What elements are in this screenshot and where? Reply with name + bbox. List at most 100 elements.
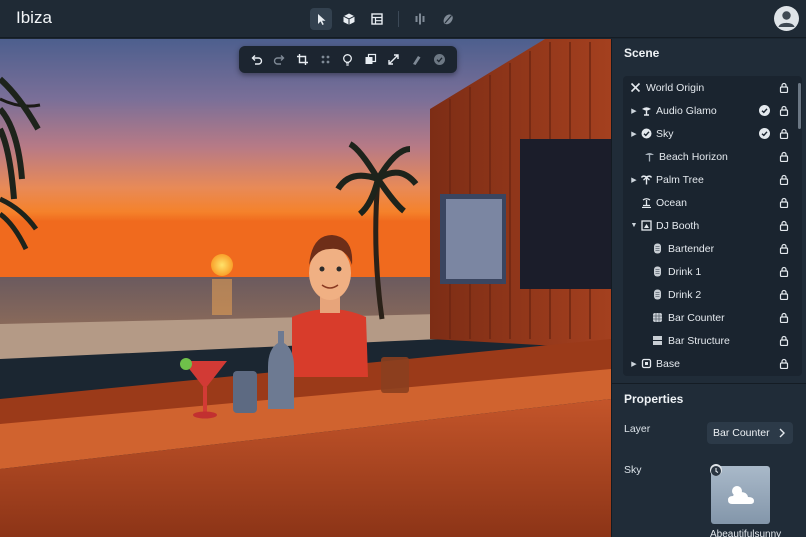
user-icon bbox=[778, 11, 795, 27]
visible-check-icon[interactable] bbox=[759, 128, 770, 139]
align-tool-button[interactable] bbox=[409, 8, 431, 30]
ocean-icon bbox=[640, 197, 652, 209]
character-icon bbox=[651, 243, 663, 255]
lock-icon[interactable] bbox=[779, 105, 789, 117]
tree-item-bartender[interactable]: Bartender bbox=[623, 237, 793, 260]
user-avatar[interactable] bbox=[774, 6, 799, 31]
sky-label: Sky bbox=[624, 464, 642, 476]
tree-item-bar-counter[interactable]: Bar Counter bbox=[623, 306, 793, 329]
tree-item-dj-booth[interactable]: ▼ DJ Booth bbox=[623, 214, 793, 237]
tree-item-label: Drink 1 bbox=[668, 265, 702, 278]
physics-shape-icon bbox=[443, 14, 453, 25]
caret-right-icon[interactable]: ▶ bbox=[630, 107, 638, 115]
tree-item-label: Audio Glamo bbox=[656, 104, 717, 117]
tree-item-label: World Origin bbox=[646, 81, 705, 94]
lock-icon[interactable] bbox=[779, 174, 789, 186]
caret-right-icon[interactable]: ▶ bbox=[630, 360, 638, 368]
confirm-button[interactable] bbox=[429, 50, 449, 70]
layout-tool-button[interactable] bbox=[366, 8, 388, 30]
tree-item-label: Beach Horizon bbox=[659, 150, 728, 163]
world-origin-icon bbox=[629, 82, 641, 94]
light-button[interactable] bbox=[338, 50, 358, 70]
cube-icon bbox=[343, 13, 355, 25]
lock-icon[interactable] bbox=[779, 266, 789, 278]
tree-item-palm-tree[interactable]: ▶ Palm Tree bbox=[623, 168, 793, 191]
tree-item-sky[interactable]: ▶ Sky bbox=[623, 122, 793, 145]
layer-label: Layer bbox=[624, 423, 651, 435]
scene-panel-title: Scene bbox=[624, 46, 660, 60]
caret-down-icon[interactable]: ▼ bbox=[630, 222, 638, 230]
tree-item-label: Ocean bbox=[656, 196, 687, 209]
tree-item-bar-structure[interactable]: Bar Structure bbox=[623, 329, 793, 352]
tree-item-label: Sky bbox=[656, 127, 674, 140]
undo-icon bbox=[251, 55, 263, 65]
scene-render bbox=[0, 39, 611, 537]
scene-tree-scrollbar[interactable] bbox=[798, 83, 801, 129]
lock-icon[interactable] bbox=[779, 128, 789, 140]
structure-icon bbox=[651, 335, 663, 347]
cursor-icon bbox=[318, 14, 326, 25]
caret-right-icon[interactable]: ▶ bbox=[630, 176, 638, 184]
caret-right-icon[interactable]: ▶ bbox=[630, 130, 638, 138]
tree-item-drink-2[interactable]: Drink 2 bbox=[623, 283, 793, 306]
physics-tool-button[interactable] bbox=[437, 8, 459, 30]
character-icon bbox=[651, 289, 663, 301]
beach-icon bbox=[643, 151, 655, 163]
layer-value: Bar Counter bbox=[713, 427, 770, 439]
lock-icon[interactable] bbox=[779, 289, 789, 301]
tree-item-label: Bartender bbox=[668, 242, 715, 255]
tree-item-label: Base bbox=[656, 357, 680, 370]
expand-button[interactable] bbox=[384, 50, 404, 70]
lock-icon[interactable] bbox=[779, 312, 789, 324]
lock-icon[interactable] bbox=[779, 358, 789, 370]
layout-grid-icon bbox=[371, 13, 383, 25]
app-title: Ibiza bbox=[16, 8, 52, 27]
grid-dots-button[interactable] bbox=[315, 50, 335, 70]
select-tool-button[interactable] bbox=[310, 8, 332, 30]
layer-select-button[interactable]: Bar Counter bbox=[707, 422, 793, 444]
audio-icon bbox=[640, 105, 652, 117]
visible-check-icon[interactable] bbox=[759, 105, 770, 116]
undo-button[interactable] bbox=[246, 50, 266, 70]
brush-button[interactable] bbox=[407, 50, 427, 70]
copy-icon bbox=[365, 53, 377, 64]
crop-button[interactable] bbox=[292, 50, 312, 70]
clock-icon bbox=[711, 466, 721, 476]
tree-item-beach-horizon[interactable]: Beach Horizon bbox=[623, 145, 793, 168]
properties-panel-title: Properties bbox=[624, 392, 684, 406]
align-bars-icon bbox=[415, 13, 425, 25]
sky-check-icon bbox=[640, 128, 652, 140]
tree-item-world-origin[interactable]: World Origin bbox=[623, 76, 793, 99]
tree-item-ocean[interactable]: Ocean bbox=[623, 191, 793, 214]
tree-item-drink-1[interactable]: Drink 1 bbox=[623, 260, 793, 283]
lock-icon[interactable] bbox=[779, 197, 789, 209]
toolbar-divider bbox=[398, 11, 399, 27]
lock-icon[interactable] bbox=[779, 220, 789, 232]
lightbulb-icon bbox=[343, 54, 353, 66]
duplicate-button[interactable] bbox=[361, 50, 381, 70]
lock-icon[interactable] bbox=[779, 151, 789, 163]
dj-booth-icon bbox=[640, 220, 652, 232]
redo-button[interactable] bbox=[269, 50, 289, 70]
tree-item-label: Drink 2 bbox=[668, 288, 702, 301]
lock-icon[interactable] bbox=[779, 335, 789, 347]
panel-divider bbox=[612, 383, 806, 384]
lock-icon[interactable] bbox=[779, 82, 789, 94]
top-toolbar bbox=[310, 8, 459, 30]
lock-icon[interactable] bbox=[779, 243, 789, 255]
tree-item-label: Bar Structure bbox=[668, 334, 730, 347]
cube-tool-button[interactable] bbox=[338, 8, 360, 30]
expand-arrows-icon bbox=[388, 54, 399, 65]
tree-item-label: DJ Booth bbox=[656, 219, 700, 232]
tree-item-audio-glamo[interactable]: ▶ Audio Glamo bbox=[623, 99, 793, 122]
tree-item-base[interactable]: ▶ Base bbox=[623, 352, 793, 375]
palm-tree-icon bbox=[640, 174, 652, 186]
chevron-right-icon bbox=[779, 428, 785, 438]
right-panel: Scene World Origin ▶ Audio Glamo ▶ Sky B… bbox=[611, 39, 806, 537]
sky-thumbnail-name: Abeautifulsunny bbox=[710, 529, 782, 537]
3d-viewport[interactable] bbox=[0, 39, 611, 537]
tree-item-label: Bar Counter bbox=[668, 311, 725, 324]
scene-tree: World Origin ▶ Audio Glamo ▶ Sky Beach H… bbox=[623, 76, 802, 376]
grid-dots-icon bbox=[321, 55, 329, 64]
character-icon bbox=[651, 266, 663, 278]
